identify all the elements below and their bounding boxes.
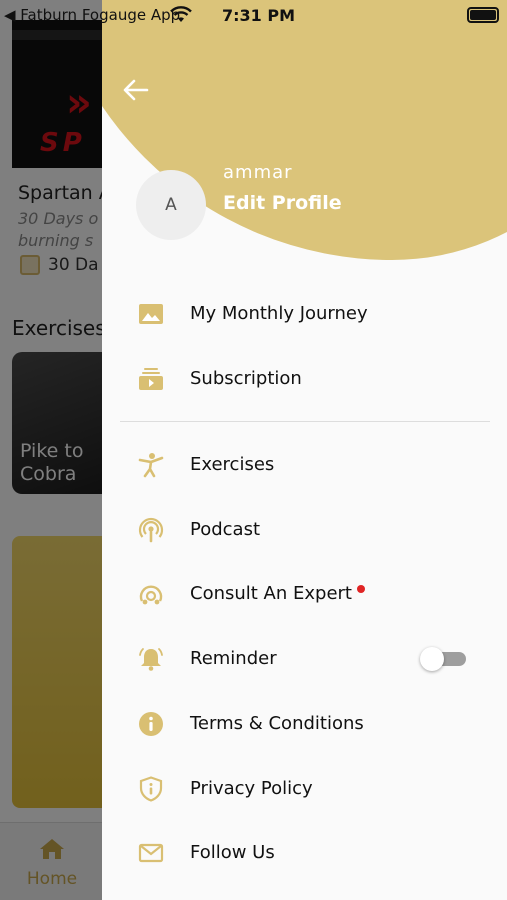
navigation-drawer: A ammar Edit Profile My Monthly Journey … <box>102 0 507 900</box>
menu-label-terms: Terms & Conditions <box>190 713 364 734</box>
avatar[interactable]: A <box>136 170 206 240</box>
wifi-icon <box>170 6 192 22</box>
menu-label-subscription: Subscription <box>190 368 302 389</box>
menu-label-privacy: Privacy Policy <box>190 778 313 799</box>
menu-item-follow-us[interactable]: Follow Us <box>102 828 507 878</box>
menu-item-privacy[interactable]: Privacy Policy <box>102 764 507 814</box>
user-name: ammar <box>223 162 293 183</box>
menu-label-consult-expert: Consult An Expert <box>190 583 365 604</box>
status-bar: ◀ Fatburn Fogauge App 7:31 PM <box>0 0 507 32</box>
reminder-toggle[interactable] <box>420 647 468 671</box>
battery-icon <box>467 7 499 23</box>
info-icon <box>139 712 163 736</box>
image-icon <box>139 304 163 324</box>
shield-info-icon <box>139 776 163 802</box>
menu-divider <box>120 421 490 422</box>
menu-label-monthly-journey: My Monthly Journey <box>190 303 368 324</box>
menu-label-exercises: Exercises <box>190 454 275 475</box>
menu-item-monthly-journey[interactable]: My Monthly Journey <box>102 289 507 339</box>
edit-profile-link[interactable]: Edit Profile <box>223 192 342 214</box>
mail-icon <box>138 843 164 863</box>
notification-dot <box>356 585 365 593</box>
menu-item-reminder[interactable]: Reminder <box>102 634 507 684</box>
back-to-app-link[interactable]: ◀ Fatburn Fogauge App <box>4 6 180 24</box>
back-arrow-icon[interactable] <box>122 76 150 104</box>
menu-item-podcast[interactable]: Podcast <box>102 505 507 555</box>
bell-icon <box>139 648 163 671</box>
expert-icon <box>139 585 163 605</box>
menu-label-podcast: Podcast <box>190 519 261 540</box>
menu-item-consult-expert[interactable]: Consult An Expert <box>102 569 507 619</box>
menu-item-terms[interactable]: Terms & Conditions <box>102 699 507 749</box>
podcast-icon <box>138 517 164 543</box>
toggle-knob <box>420 647 444 671</box>
drawer-header: A ammar Edit Profile <box>102 0 507 260</box>
menu-label-follow-us: Follow Us <box>190 842 275 863</box>
exercise-figure-icon <box>138 453 164 478</box>
status-time: 7:31 PM <box>222 6 296 25</box>
menu-item-subscription[interactable]: Subscription <box>102 354 507 404</box>
subscription-icon <box>139 368 163 390</box>
menu-label-reminder: Reminder <box>190 648 277 669</box>
menu-item-exercises[interactable]: Exercises <box>102 440 507 490</box>
